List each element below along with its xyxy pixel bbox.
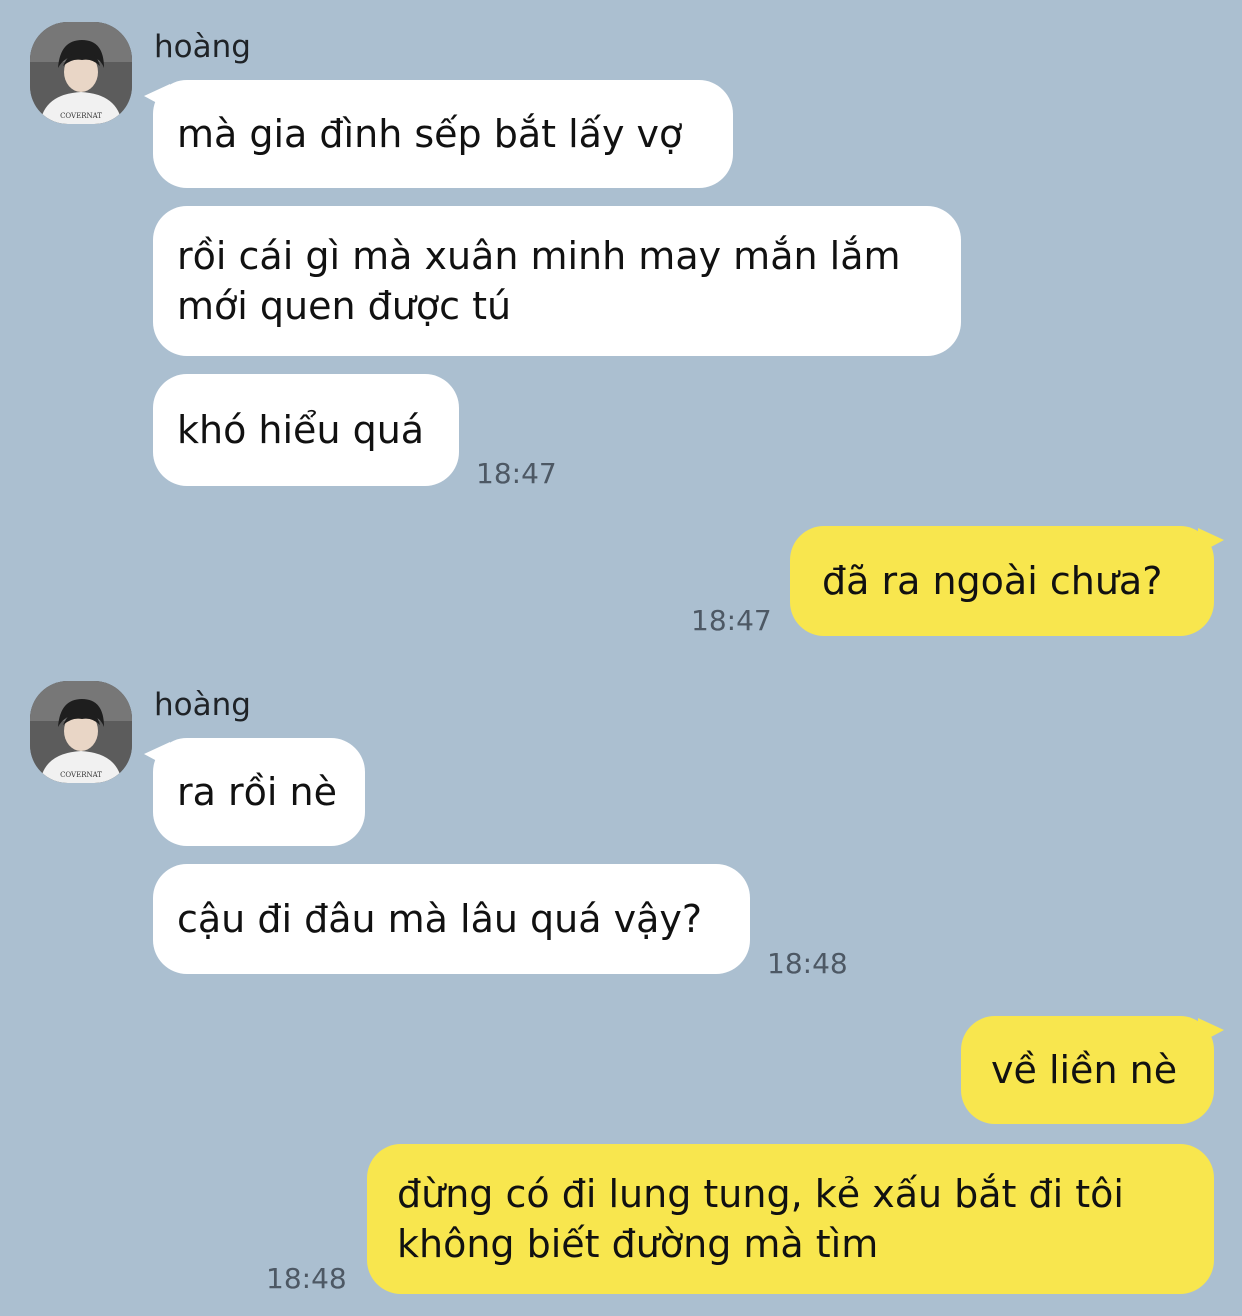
message-bubble[interactable]: đừng có đi lung tung, kẻ xấu bắt đi tôi … [367, 1144, 1214, 1294]
avatar[interactable]: COVERNAT [30, 22, 132, 124]
message-text: mà gia đình sếp bắt lấy vợ [177, 112, 683, 156]
message-text: khó hiểu quá [177, 408, 425, 452]
message-bubble[interactable]: về liền nè [961, 1016, 1214, 1124]
svg-text:COVERNAT: COVERNAT [60, 112, 102, 120]
bubble-tail [1198, 528, 1224, 554]
message-timestamp: 18:48 [266, 1262, 347, 1295]
message-text: rồi cái gì mà xuân minh may mắn lắm mới … [177, 234, 901, 328]
message-bubble[interactable]: ra rồi nè [153, 738, 365, 846]
sender-name: hoàng [154, 687, 251, 723]
bubble-tail [1198, 1018, 1224, 1044]
message-bubble[interactable]: mà gia đình sếp bắt lấy vợ [153, 80, 733, 188]
avatar[interactable]: COVERNAT [30, 681, 132, 783]
svg-text:COVERNAT: COVERNAT [60, 771, 102, 779]
message-text: đã ra ngoài chưa? [822, 559, 1163, 603]
message-timestamp: 18:48 [767, 947, 848, 980]
message-bubble[interactable]: cậu đi đâu mà lâu quá vậy? [153, 864, 750, 974]
message-text: cậu đi đâu mà lâu quá vậy? [177, 897, 703, 941]
message-text: về liền nè [991, 1048, 1178, 1092]
user-photo-avatar-icon: COVERNAT [30, 681, 132, 783]
message-timestamp: 18:47 [476, 457, 557, 490]
user-photo-avatar-icon: COVERNAT [30, 22, 132, 124]
message-bubble[interactable]: khó hiểu quá [153, 374, 459, 486]
message-timestamp: 18:47 [691, 604, 772, 637]
message-bubble[interactable]: rồi cái gì mà xuân minh may mắn lắm mới … [153, 206, 961, 356]
sender-name: hoàng [154, 29, 251, 65]
message-text: ra rồi nè [177, 770, 337, 814]
message-bubble[interactable]: đã ra ngoài chưa? [790, 526, 1214, 636]
message-text: đừng có đi lung tung, kẻ xấu bắt đi tôi … [397, 1172, 1124, 1266]
